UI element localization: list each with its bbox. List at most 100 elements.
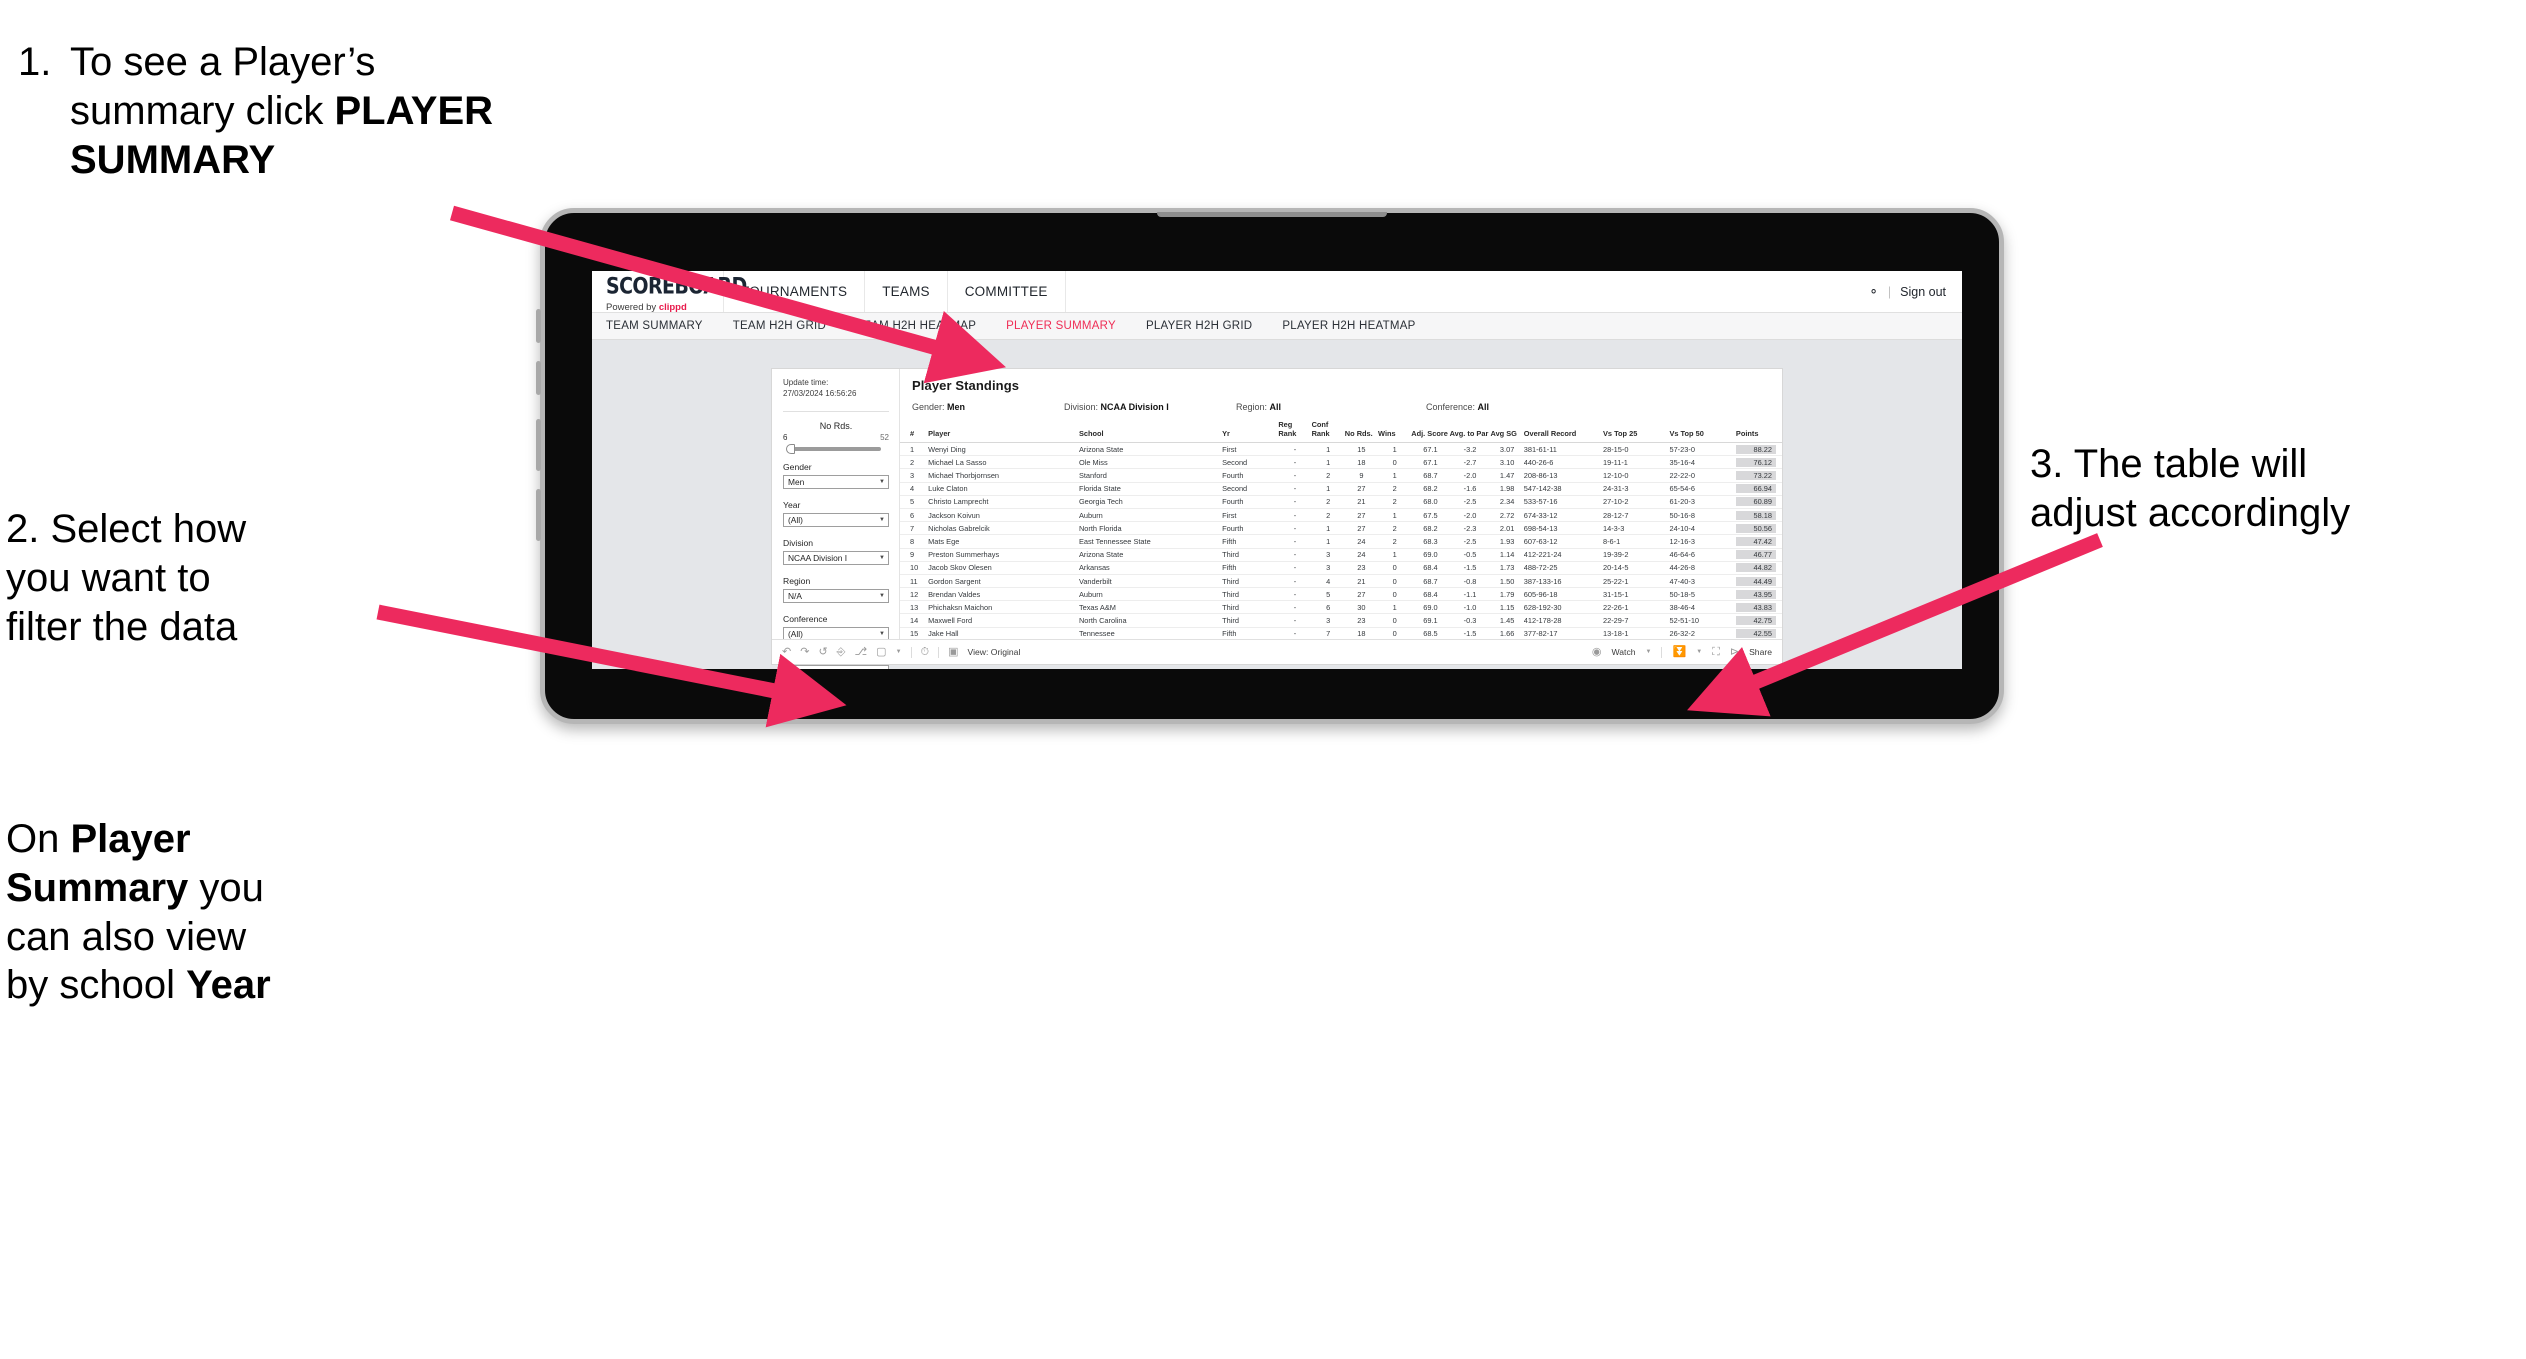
annotation-2b-pre: On — [6, 817, 71, 861]
cell-overall_record: 387-133-16 — [1523, 574, 1603, 589]
clock-icon[interactable]: ⏱ — [921, 646, 930, 658]
filter-panel: Update time: 27/03/2024 16:56:26 No Rds.… — [772, 369, 900, 669]
cell-conf_rank: 3 — [1311, 548, 1345, 562]
slider-handle[interactable] — [786, 443, 795, 454]
crumb-region-label: Region: — [1236, 402, 1270, 412]
cell-rank: 11 — [900, 574, 929, 589]
table-header-row: # Player School Yr Reg Rank Conf Rank No… — [900, 419, 1782, 444]
viz-body: Update time: 27/03/2024 16:56:26 No Rds.… — [772, 369, 1782, 669]
cell-points: 44.49 — [1735, 574, 1782, 589]
toolbar-divider-2 — [938, 646, 940, 658]
nav-item-teams[interactable]: TEAMS — [865, 271, 948, 312]
table-row[interactable]: 14 Maxwell Ford North Carolina Third -3 23 0 69… — [900, 613, 1782, 628]
annotation-2: 2. Select how you want to filter the dat… — [6, 505, 406, 651]
th-conf-rank[interactable]: Conf Rank — [1311, 419, 1345, 444]
th-rank[interactable]: # — [900, 419, 929, 444]
tab-player-summary[interactable]: PLAYER SUMMARY — [1006, 320, 1137, 332]
download-icon[interactable]: ⏬ — [1672, 646, 1686, 658]
table-row[interactable]: 5 Christo Lamprecht Georgia Tech Fourth -2 21… — [900, 495, 1782, 509]
watch-button[interactable]: Watch — [1611, 647, 1635, 657]
cell-player: Phichaksn Maichon — [928, 600, 1079, 615]
cell-conf_rank: 3 — [1311, 561, 1345, 575]
th-player[interactable]: Player — [928, 419, 1079, 444]
brand-logo[interactable]: SCOREBOARD Powered by clippd — [592, 271, 747, 313]
share-button[interactable]: Share — [1749, 647, 1772, 657]
cell-rank: 14 — [900, 613, 929, 628]
highlight-icon[interactable]: ▢ — [876, 646, 886, 658]
th-overall-record[interactable]: Overall Record — [1523, 419, 1603, 444]
cell-player: Michael La Sasso — [928, 455, 1079, 470]
filter-division-label: Division — [783, 537, 814, 548]
table-row[interactable]: 4 Luke Claton Florida State Second -1 27 2 68.2… — [900, 482, 1782, 496]
th-reg-rank[interactable]: Reg Rank — [1278, 419, 1312, 444]
filter-gender: Gender Men ▼ — [783, 462, 889, 489]
slider-max: 52 — [880, 432, 889, 442]
th-wins[interactable]: Wins — [1378, 419, 1412, 444]
undo-icon[interactable]: ↶ — [782, 646, 791, 658]
filter-region-select[interactable]: N/A ▼ — [783, 588, 889, 603]
cell-yr: Fourth — [1222, 521, 1279, 536]
th-points[interactable]: Points — [1735, 419, 1782, 444]
cell-points: 73.22 — [1735, 468, 1782, 483]
cell-wins: 1 — [1378, 548, 1412, 562]
filter-gender-select[interactable]: Men ▼ — [783, 474, 889, 489]
fullscreen-icon[interactable]: ⛶ — [1712, 646, 1720, 658]
table-row[interactable]: 12 Brendan Valdes Auburn Third -5 27 0 68.4 -1.1… — [900, 587, 1782, 602]
tab-team-summary[interactable]: TEAM SUMMARY — [606, 320, 724, 332]
filter-division-select[interactable]: NCAA Division I ▼ — [783, 550, 889, 565]
th-school[interactable]: School — [1078, 419, 1223, 444]
cell-adj_score: 68.2 — [1411, 482, 1450, 496]
points-value: 76.12 — [1735, 457, 1776, 467]
th-no-rds[interactable]: No Rds. — [1344, 419, 1379, 444]
person-icon[interactable]: ⚬ — [1868, 284, 1878, 299]
tablet-screen: SCOREBOARD Powered by clippd TOURNAMENTS… — [592, 271, 1962, 669]
table-row[interactable]: 2 Michael La Sasso Ole Miss Second -1 18 0 67.1… — [900, 455, 1782, 470]
redo-icon[interactable]: ↷ — [800, 646, 809, 658]
tab-team-h2h-heatmap[interactable]: TEAM H2H HEATMAP — [856, 320, 997, 332]
th-vs-top-50[interactable]: Vs Top 50 — [1669, 419, 1736, 444]
table-row[interactable]: 10 Jacob Skov Olesen Arkansas Fifth -3 23 0 68.… — [900, 561, 1782, 575]
th-vs-top-25[interactable]: Vs Top 25 — [1602, 419, 1670, 444]
tab-player-h2h-grid[interactable]: PLAYER H2H GRID — [1146, 320, 1273, 332]
filter-conference: Conference (All) ▼ — [783, 614, 889, 641]
th-adj-score[interactable]: Adj. Score — [1411, 419, 1450, 444]
table-row[interactable]: 7 Nicholas Gabrelcik North Florida Fourth -1… — [900, 521, 1782, 536]
refresh-icon[interactable]: ⎆ — [837, 646, 846, 658]
tab-team-h2h-grid[interactable]: TEAM H2H GRID — [733, 320, 847, 332]
chevron-down-icon[interactable]: ▼ — [896, 649, 902, 655]
cell-overall_record: 208-86-13 — [1523, 468, 1603, 483]
chevron-down-icon: ▼ — [879, 630, 885, 637]
table-row[interactable]: 15 Jake Hall Tennessee Fifth -7 18 0 68.5 -1.5 1.… — [900, 627, 1782, 639]
filter-player-select[interactable]: (All) ▼ — [783, 664, 889, 669]
device-button-b — [536, 361, 541, 395]
table-row[interactable]: 8 Mats Ege East Tennessee State Fifth -1 24 2 6… — [900, 534, 1782, 549]
table-row[interactable]: 3 Michael Thorbjornsen Stanford Fourth -2 9 1 6… — [900, 468, 1782, 483]
filter-year-select[interactable]: (All) ▼ — [783, 512, 889, 527]
site-header: SCOREBOARD Powered by clippd TOURNAMENTS… — [592, 271, 1962, 313]
share-icon[interactable]: ⊳ — [1730, 646, 1739, 658]
tab-player-h2h-heatmap[interactable]: PLAYER H2H HEATMAP — [1282, 320, 1436, 332]
revert-icon[interactable]: ↺ — [818, 646, 827, 658]
cell-adj_score: 69.1 — [1411, 613, 1450, 628]
table-row[interactable]: 11 Gordon Sargent Vanderbilt Third -4 21 0 68.7… — [900, 574, 1782, 589]
table-row[interactable]: 6 Jackson Koivun Auburn First -2 27 1 67.5 -2.0 2… — [900, 508, 1782, 523]
cell-overall_record: 440-26-6 — [1523, 455, 1603, 470]
sign-out-link[interactable]: Sign out — [1900, 285, 1946, 299]
table-scroll-region[interactable]: # Player School Yr Reg Rank Conf Rank No… — [900, 412, 1782, 639]
cell-wins: 2 — [1378, 495, 1412, 509]
chevron-down-icon[interactable]: ▼ — [1696, 649, 1702, 655]
th-avg-to-par[interactable]: Avg. to Par — [1449, 419, 1491, 444]
table-row[interactable]: 13 Phichaksn Maichon Texas A&M Third -6 30 1 69… — [900, 600, 1782, 615]
table-row[interactable]: 1 Wenyi Ding Arizona State First -1 15 1 67.1 -3… — [900, 442, 1782, 457]
crumb-division: Division: NCAA Division I — [1064, 402, 1236, 412]
chevron-down-icon[interactable]: ▼ — [1646, 649, 1652, 655]
cell-no_rds: 23 — [1344, 561, 1379, 575]
nav-item-committee[interactable]: COMMITTEE — [948, 271, 1066, 312]
brand-title: SCOREBOARD — [606, 273, 747, 299]
pause-icon[interactable]: ⎇ — [854, 646, 867, 658]
th-yr[interactable]: Yr — [1222, 419, 1279, 444]
slider-track[interactable] — [786, 443, 881, 454]
th-avg-sg[interactable]: Avg SG — [1490, 419, 1524, 444]
table-row[interactable]: 9 Preston Summerhays Arizona State Third -3 2… — [900, 548, 1782, 562]
view-label[interactable]: View: Original — [968, 647, 1021, 657]
